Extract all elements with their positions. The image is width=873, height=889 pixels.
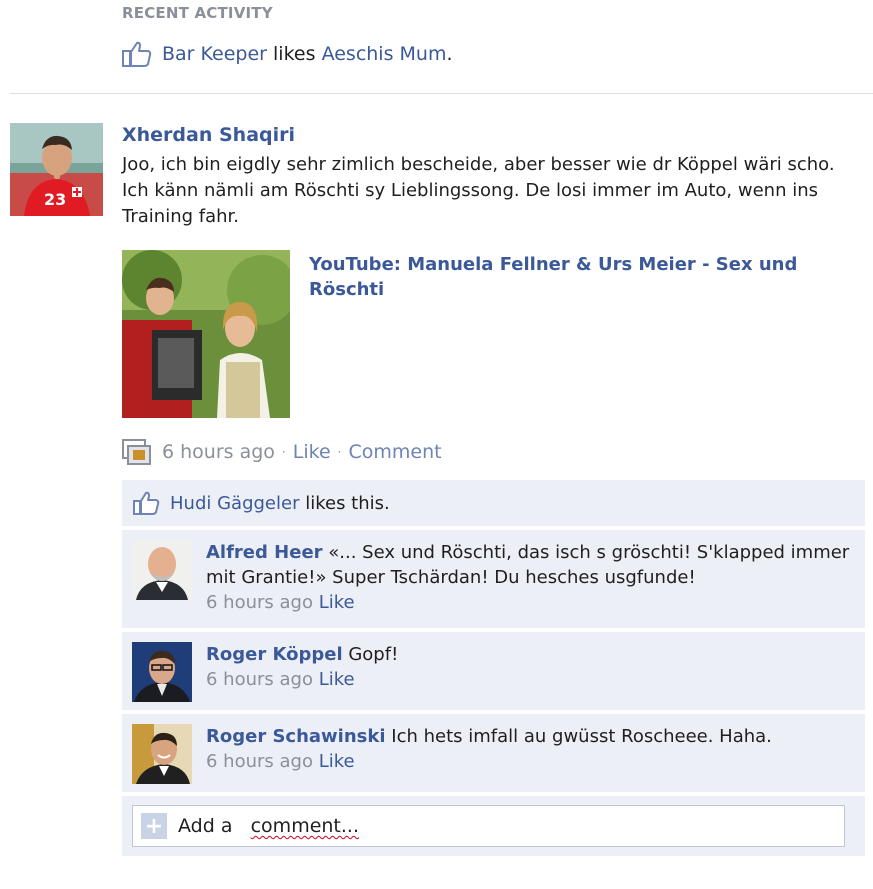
separator: · — [337, 445, 342, 459]
recent-activity-heading: RECENT ACTIVITY — [122, 4, 273, 22]
commenter-name[interactable]: Roger Schawinski — [206, 726, 386, 747]
comment-link[interactable]: Comment — [348, 441, 441, 463]
profile-photo-icon: 23 — [10, 123, 103, 216]
divider — [10, 93, 873, 94]
commenter-avatar[interactable] — [132, 540, 192, 600]
post-author-avatar[interactable]: 23 — [10, 123, 103, 216]
comment-body: Alfred Heer «... Sex und Röschti, das is… — [206, 540, 855, 619]
comment-like-link[interactable]: Like — [319, 669, 355, 690]
video-thumbnail-icon — [122, 250, 290, 418]
comment-timestamp[interactable]: 6 hours ago — [206, 751, 313, 772]
svg-text:23: 23 — [44, 190, 66, 209]
like-link[interactable]: Like — [293, 441, 331, 463]
add-comment-area: + Add a comment... — [122, 796, 865, 856]
post-author-name[interactable]: Xherdan Shaqiri — [122, 124, 862, 146]
commenter-avatar[interactable] — [132, 642, 192, 702]
video-icon — [122, 439, 151, 465]
comment-timestamp[interactable]: 6 hours ago — [206, 669, 313, 690]
share-title-link[interactable]: YouTube: Manuela Fellner & Urs Meier - S… — [309, 252, 839, 302]
comment-body: Roger Köppel Gopf! 6 hours ago Like — [206, 642, 398, 701]
share-thumbnail[interactable] — [122, 250, 290, 418]
comment-text: Ich hets imfall au gwüsst Roscheee. Haha… — [391, 726, 772, 747]
activity-trailing: . — [446, 43, 453, 65]
profile-photo-icon — [132, 642, 192, 702]
post-timestamp[interactable]: 6 hours ago — [162, 441, 275, 463]
comment-like-link[interactable]: Like — [319, 751, 355, 772]
recent-activity: RECENT ACTIVITY Bar Keeper likes Aeschis… — [122, 4, 453, 68]
feedback-box: Hudi Gäggeler likes this. Alfred Heer «.… — [122, 480, 865, 856]
add-comment-input[interactable]: + Add a comment... — [132, 805, 845, 847]
recent-activity-item: Bar Keeper likes Aeschis Mum . — [122, 40, 453, 68]
actor-link[interactable]: Bar Keeper — [162, 43, 267, 65]
post-text: Joo, ich bin eigdly sehr zimlich beschei… — [122, 154, 835, 227]
profile-photo-icon — [132, 540, 192, 600]
separator: · — [281, 445, 286, 459]
plus-icon: + — [141, 813, 167, 839]
placeholder-part-b: comment... — [250, 815, 359, 837]
comment-item: Roger Köppel Gopf! 6 hours ago Like — [122, 632, 865, 710]
comment-item: Alfred Heer «... Sex und Röschti, das is… — [122, 530, 865, 628]
like-thumb-icon — [133, 491, 160, 515]
comment-like-link[interactable]: Like — [319, 592, 355, 613]
comment-body: Roger Schawinski Ich hets imfall au gwüs… — [206, 724, 772, 783]
commenter-name[interactable]: Roger Köppel — [206, 644, 343, 665]
likes-suffix: likes this. — [305, 492, 390, 514]
comment-item: Roger Schawinski Ich hets imfall au gwüs… — [122, 714, 865, 792]
placeholder-part-a: Add a — [178, 815, 233, 837]
target-link[interactable]: Aeschis Mum — [322, 43, 447, 65]
liker-link[interactable]: Hudi Gäggeler — [170, 493, 299, 514]
post-meta: 6 hours ago · Like · Comment — [122, 438, 442, 466]
shared-link: YouTube: Manuela Fellner & Urs Meier - S… — [122, 250, 862, 420]
like-thumb-icon — [122, 41, 152, 67]
commenter-avatar[interactable] — [132, 724, 192, 784]
activity-verb: likes — [273, 43, 316, 65]
commenter-name[interactable]: Alfred Heer — [206, 542, 323, 563]
profile-photo-icon — [132, 724, 192, 784]
post-body: Xherdan Shaqiri Joo, ich bin eigdly sehr… — [122, 124, 862, 230]
comment-text: Gopf! — [348, 644, 399, 665]
comment-timestamp[interactable]: 6 hours ago — [206, 592, 313, 613]
likes-summary: Hudi Gäggeler likes this. — [122, 480, 865, 526]
add-comment-placeholder: Add a comment... — [178, 815, 359, 837]
